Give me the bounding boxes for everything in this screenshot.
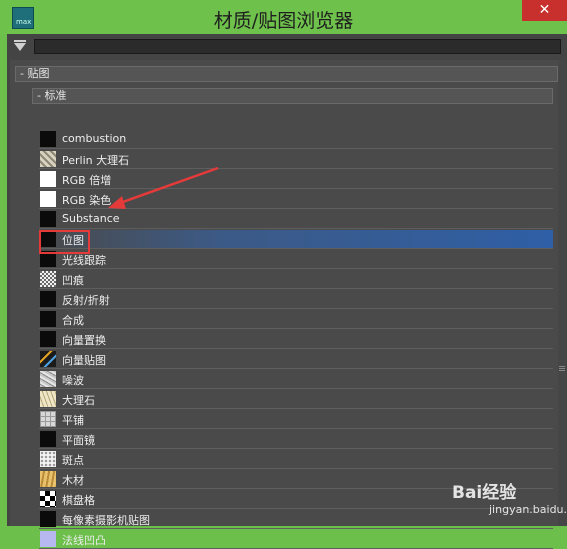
map-list-item-label: 向量置换 xyxy=(62,334,106,347)
map-list-item[interactable]: 每像素摄影机贴图 xyxy=(39,510,553,529)
black-swatch-icon xyxy=(40,131,56,147)
group-standard[interactable]: - 标准 xyxy=(32,88,553,104)
map-list-item[interactable]: 向量贴图 xyxy=(39,350,553,369)
map-list-item-label: 合成 xyxy=(62,314,84,327)
close-button[interactable]: ✕ xyxy=(522,0,567,21)
black-swatch-icon xyxy=(40,331,56,347)
map-list-item[interactable]: 光线跟踪 xyxy=(39,250,553,269)
baidu-watermark-logo: Bai经验 xyxy=(452,483,517,503)
map-list-item[interactable]: 平铺 xyxy=(39,410,553,429)
map-list-item-label: 凹痕 xyxy=(62,274,84,287)
search-input[interactable] xyxy=(34,39,561,54)
checker-swatch-icon xyxy=(40,491,56,507)
group-maps[interactable]: - 贴图 xyxy=(15,66,558,82)
map-list-item-label: Substance xyxy=(62,212,120,225)
map-list-item[interactable]: 斑点 xyxy=(39,450,553,469)
marble-swatch-icon xyxy=(40,391,56,407)
browser-body: - 贴图 - 标准 combustion Perlin 大理石 RGB 倍增 RGB … xyxy=(7,34,567,549)
black-swatch-icon xyxy=(40,431,56,447)
map-list-item[interactable]: 合成 xyxy=(39,310,553,329)
normal-bump-swatch-icon xyxy=(40,531,56,547)
black-swatch-icon xyxy=(40,291,56,307)
map-list-item-label: 反射/折射 xyxy=(62,294,110,307)
vector-map-swatch-icon xyxy=(40,351,56,367)
speckle-swatch-icon xyxy=(40,451,56,467)
tiles-swatch-icon xyxy=(40,411,56,427)
scrollbar-grip[interactable] xyxy=(559,366,565,372)
map-list-item[interactable]: 反射/折射 xyxy=(39,290,553,309)
noise-swatch-icon xyxy=(40,371,56,387)
filter-menu-icon[interactable] xyxy=(12,40,28,54)
map-list-item-label: RGB 染色 xyxy=(62,194,112,207)
map-list-item[interactable]: Perlin 大理石 xyxy=(39,150,553,169)
dent-swatch-icon xyxy=(40,271,56,287)
map-list-item[interactable]: RGB 染色 xyxy=(39,190,553,209)
baidu-watermark-url: jingyan.baidu.com xyxy=(489,503,567,516)
map-list-item-label: 平铺 xyxy=(62,414,84,427)
map-list-item[interactable]: 大理石 xyxy=(39,390,553,409)
perlin-marble-swatch-icon xyxy=(40,151,56,167)
black-swatch-icon xyxy=(40,311,56,327)
map-list-item[interactable]: combustion xyxy=(39,130,553,149)
title-bar: max 材质/贴图浏览器 ✕ xyxy=(0,0,567,34)
map-list-item[interactable]: 位图 xyxy=(39,230,553,249)
toolbar xyxy=(7,34,567,60)
map-list-item-label: 木材 xyxy=(62,474,84,487)
map-list-item-label: 向量贴图 xyxy=(62,354,106,367)
white-swatch-icon xyxy=(40,191,56,207)
wood-swatch-icon xyxy=(40,471,56,487)
map-list-item-label: 平面镜 xyxy=(62,434,95,447)
black-swatch-icon xyxy=(40,511,56,527)
map-list-item-label: 噪波 xyxy=(62,374,84,387)
map-list-item-label: 棋盘格 xyxy=(62,494,95,507)
map-list-item[interactable]: 噪波 xyxy=(39,370,553,389)
map-list-item-label: combustion xyxy=(62,132,127,145)
white-swatch-icon xyxy=(40,171,56,187)
map-list-item[interactable]: 凹痕 xyxy=(39,270,553,289)
map-list-item-label: 大理石 xyxy=(62,394,95,407)
map-list-item-label: Perlin 大理石 xyxy=(62,154,130,167)
map-list-item-label: 法线凹凸 xyxy=(62,534,106,547)
map-list-item[interactable]: 向量置换 xyxy=(39,330,553,349)
map-list-item[interactable]: RGB 倍增 xyxy=(39,170,553,189)
tree-panel: - 贴图 - 标准 combustion Perlin 大理石 RGB 倍增 RGB … xyxy=(10,60,566,549)
map-list-item[interactable]: Substance xyxy=(39,210,553,229)
map-list-item-label: 斑点 xyxy=(62,454,84,467)
window-title: 材质/贴图浏览器 xyxy=(213,10,354,32)
map-list-item-label: RGB 倍增 xyxy=(62,174,112,187)
map-list-item-label: 光线跟踪 xyxy=(62,254,106,267)
map-list-item[interactable]: 法线凹凸 xyxy=(39,530,553,549)
black-swatch-icon xyxy=(40,211,56,227)
annotation-highlight-box xyxy=(39,230,90,254)
map-list-item[interactable]: 平面镜 xyxy=(39,430,553,449)
scrollbar[interactable] xyxy=(558,60,566,526)
